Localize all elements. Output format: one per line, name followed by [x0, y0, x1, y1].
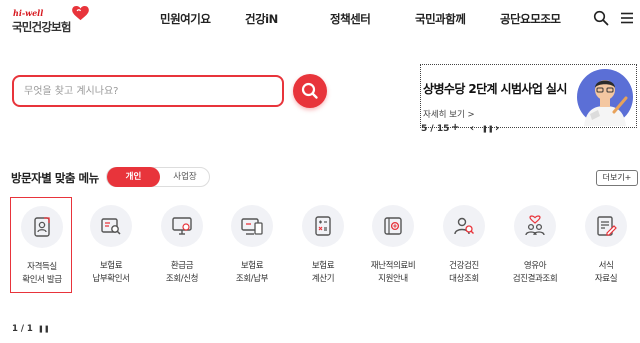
- logo-title: 국민건강보험: [12, 20, 71, 34]
- menu-item-label: 건강검진: [449, 261, 479, 271]
- heart-logo-icon: [72, 6, 89, 21]
- search-button[interactable]: [293, 74, 327, 108]
- menu-item-payment-certificate[interactable]: 보험료 납부확인서: [80, 197, 142, 293]
- person-search-icon: [454, 217, 474, 235]
- menu-item-premium-payment[interactable]: 보험료 조회/납부: [221, 197, 283, 293]
- menu-item-label: 영유아: [523, 261, 547, 271]
- menu-item-label: 보험료: [99, 261, 123, 271]
- menu-item-label: 재난적의료비: [370, 261, 416, 271]
- menu-item-infant-checkup[interactable]: 영유아 검진결과조회: [504, 197, 566, 293]
- nav-item-civil[interactable]: 민원여기요: [160, 11, 211, 27]
- family-heart-icon: [525, 215, 545, 236]
- search-icon[interactable]: [593, 10, 609, 26]
- nav-item-policy[interactable]: 정책센터: [330, 11, 371, 27]
- monitor-won-icon: [172, 217, 192, 235]
- menu-item-label: 보험료: [240, 261, 264, 271]
- menu-item-refund[interactable]: 환급금 조회/신청: [151, 197, 213, 293]
- medical-support-icon: [384, 217, 402, 235]
- menu-item-label: 자격득실: [27, 262, 57, 272]
- logo-subtitle: hi-well: [13, 8, 44, 18]
- receipt-search-icon: [101, 218, 121, 235]
- nav-item-about[interactable]: 공단요모조모: [500, 11, 561, 27]
- banner-add-button[interactable]: +: [451, 122, 459, 133]
- menu-item-sublabel: 조회/납부: [235, 274, 269, 284]
- menu-item-sublabel: 지원안내: [378, 274, 408, 284]
- menu-item-health-checkup[interactable]: 건강검진 대상조회: [433, 197, 495, 293]
- menu-item-forms[interactable]: 서식 자료실: [575, 197, 637, 293]
- menu-item-label: 서식: [598, 261, 614, 271]
- menu-item-catastrophic-medical[interactable]: 재난적의료비 지원안내: [362, 197, 424, 293]
- search-input[interactable]: [24, 83, 274, 100]
- hamburger-menu-icon[interactable]: [619, 10, 635, 26]
- search-icon: [301, 82, 318, 99]
- id-card-icon: [34, 217, 50, 237]
- menu-item-sublabel: 계산기: [311, 274, 335, 284]
- menu-page-indicator: 1 / 1: [12, 324, 33, 334]
- more-button[interactable]: 더보기+: [596, 170, 638, 186]
- menu-item-sublabel: 납부확인서: [92, 274, 130, 284]
- tab-business[interactable]: 사업장: [160, 167, 210, 187]
- menu-item-sublabel: 확인서 발급: [22, 275, 62, 285]
- search-box: [12, 75, 284, 107]
- menu-item-sublabel: 조회/신청: [165, 274, 199, 284]
- calculator-icon: [315, 216, 331, 236]
- banner-detail-link[interactable]: 자세히 보기 >: [423, 108, 475, 120]
- menu-item-calculator[interactable]: 보험료 계산기: [292, 197, 354, 293]
- nav-item-together[interactable]: 국민과함께: [415, 11, 466, 27]
- menu-item-sublabel: 검진결과조회: [512, 274, 558, 284]
- banner-page-indicator: 5 / 15: [421, 124, 450, 134]
- menu-item-label: 보험료: [311, 261, 335, 271]
- menu-item-label: 환급금: [170, 261, 194, 271]
- section-title: 방문자별 맞춤 메뉴: [11, 171, 99, 185]
- banner-prev-button[interactable]: ‹: [470, 123, 474, 134]
- computer-payment-icon: [241, 218, 263, 235]
- logo[interactable]: hi-well 국민건강보험: [10, 6, 94, 36]
- menu-item-qualification[interactable]: 자격득실 확인서 발급: [10, 197, 72, 293]
- promo-banner[interactable]: 상병수당 2단계 시범사업 실시 자세히 보기 >: [420, 64, 637, 128]
- tab-personal[interactable]: 개인: [107, 167, 160, 187]
- banner-illustration: [577, 69, 633, 126]
- menu-pause-button[interactable]: ❚❚: [38, 325, 50, 333]
- banner-next-button[interactable]: ›: [495, 123, 499, 134]
- menu-item-sublabel: 대상조회: [449, 274, 479, 284]
- menu-item-sublabel: 자료실: [594, 274, 618, 284]
- banner-title: 상병수당 2단계 시범사업 실시: [423, 82, 567, 96]
- banner-pause-button[interactable]: ❚❚: [482, 125, 494, 133]
- nav-item-health[interactable]: 건강iN: [245, 11, 278, 27]
- visitor-type-toggle: 개인 사업장: [106, 167, 210, 187]
- document-form-icon: [597, 216, 617, 236]
